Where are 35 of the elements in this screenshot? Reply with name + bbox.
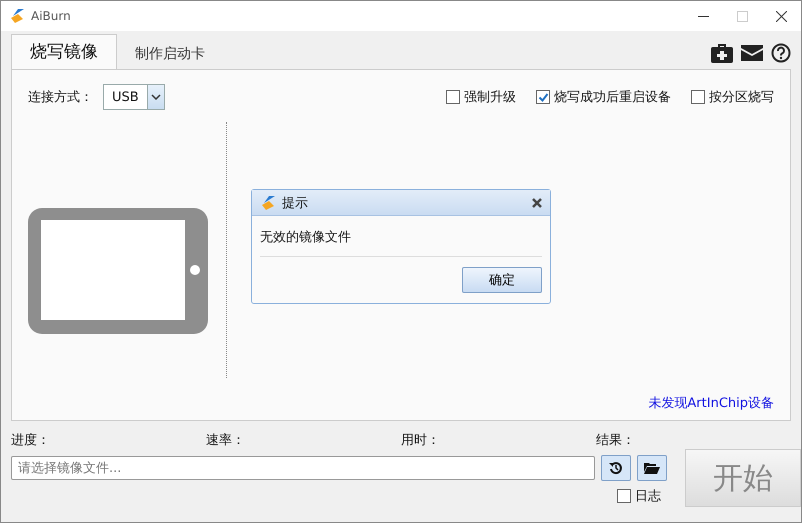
stat-label: 结果： <box>596 432 636 449</box>
tab[interactable]: 制作启动卡 <box>117 39 223 69</box>
connection-dropdown[interactable]: USB <box>103 84 165 110</box>
option-label[interactable]: 强制升级 <box>464 88 516 106</box>
log-checkbox[interactable] <box>617 489 631 503</box>
dialog-message: 无效的镜像文件 <box>260 216 542 257</box>
file-path-field[interactable]: 请选择镜像文件... <box>11 456 595 480</box>
app-logo-icon <box>9 8 25 24</box>
dialog-title: 提示 <box>282 194 309 212</box>
window-title: AiBurn <box>31 9 72 23</box>
checkbox[interactable] <box>691 90 705 104</box>
checkbox[interactable] <box>446 90 460 104</box>
tab[interactable]: 烧写镜像 <box>11 34 117 69</box>
log-label[interactable]: 日志 <box>635 487 661 505</box>
folder-icon[interactable] <box>644 462 660 474</box>
connection-label: 连接方式： <box>28 89 93 106</box>
stat-label: 用时： <box>401 432 441 449</box>
device-status: 未发现ArtInChip设备 <box>648 395 774 412</box>
tablet-icon <box>28 208 208 334</box>
close-icon[interactable] <box>776 10 787 22</box>
stat-label: 进度： <box>11 432 51 449</box>
help-icon[interactable] <box>771 43 791 63</box>
history-icon[interactable] <box>609 461 623 475</box>
mail-icon[interactable] <box>741 45 763 61</box>
history-button[interactable] <box>601 455 631 481</box>
option-label[interactable]: 烧写成功后重启设备 <box>554 88 671 106</box>
checkbox[interactable] <box>536 90 550 104</box>
medical-kit-icon[interactable] <box>711 43 733 63</box>
option-label[interactable]: 按分区烧写 <box>709 88 774 106</box>
close-icon[interactable] <box>532 198 542 208</box>
open-folder-button[interactable] <box>637 455 667 481</box>
caret-icon[interactable] <box>150 94 161 100</box>
stat-label: 速率： <box>206 432 246 449</box>
dialog-logo-icon <box>260 194 276 210</box>
ok-button[interactable]: 确定 <box>462 267 542 293</box>
